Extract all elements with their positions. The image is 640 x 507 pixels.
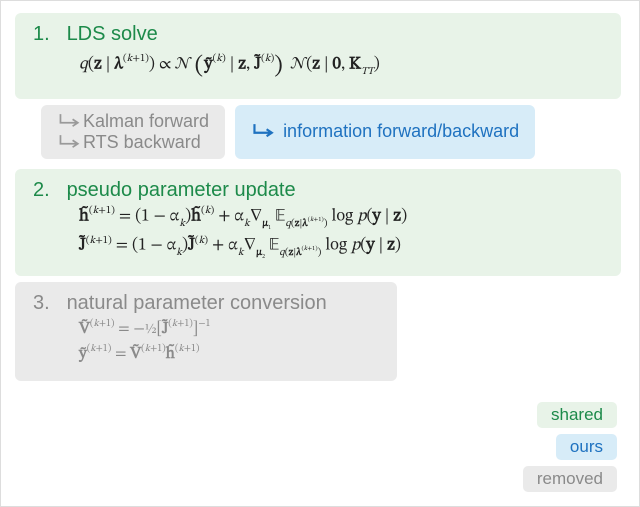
step3-title: natural parameter conversion [67,292,327,314]
step2-num: 2. [33,179,61,202]
step3-eq1: Ṽ(k+1) = −½[J̃(k+1)]−1 [33,317,327,342]
step1-equation: q(z | λ(k+1)) ∝ 𝒩 ( ỹ(k) | z, J̃(k)) 𝒩(z… [33,48,603,85]
step1-block: 1. LDS solve q(z | λ(k+1)) ∝ 𝒩 ( ỹ(k) | … [15,13,621,99]
step2-eq1: h̃(k+1) = (1 − αk)h̃(k) + αk∇μ1 𝔼q(z|λ(k… [33,204,603,233]
step2-heading: 2. pseudo parameter update [33,179,603,202]
step1-num: 1. [33,23,61,46]
arrow-icon [251,123,277,144]
legend: shared ours removed [523,402,617,492]
algorithm-figure: 1. LDS solve q(z | λ(k+1)) ∝ 𝒩 ( ỹ(k) | … [0,0,640,507]
step3-block: 3. natural parameter conversion Ṽ(k+1) =… [15,282,397,381]
step2-block: 2. pseudo parameter update h̃(k+1) = (1 … [15,169,621,276]
arrow-icon [57,113,83,134]
step3-num: 3. [33,292,61,315]
info-line1: information forward/backward [283,121,519,142]
step3-eq2: ỹ(k+1) = Ṽ(k+1)h̃(k+1) [33,342,327,367]
kalman-line2: RTS backward [83,132,201,152]
step3-heading: 3. natural parameter conversion [33,292,327,315]
kalman-line1: Kalman forward [83,111,209,131]
legend-ours: ours [556,434,617,460]
step2-eq2: J̃(k+1) = (1 − αk)J̃(k) + αk∇μ2 𝔼q(z|λ(k… [33,233,603,262]
step1-heading: 1. LDS solve [33,23,603,46]
info-pill: information forward/backward [235,105,535,159]
arrow-icon [57,134,83,155]
legend-shared: shared [537,402,617,428]
subalg-row: Kalman forward RTS backward information … [41,105,621,159]
step2-title: pseudo parameter update [67,179,296,201]
legend-removed: removed [523,466,617,492]
step1-title: LDS solve [67,23,158,45]
kalman-pill: Kalman forward RTS backward [41,105,225,159]
